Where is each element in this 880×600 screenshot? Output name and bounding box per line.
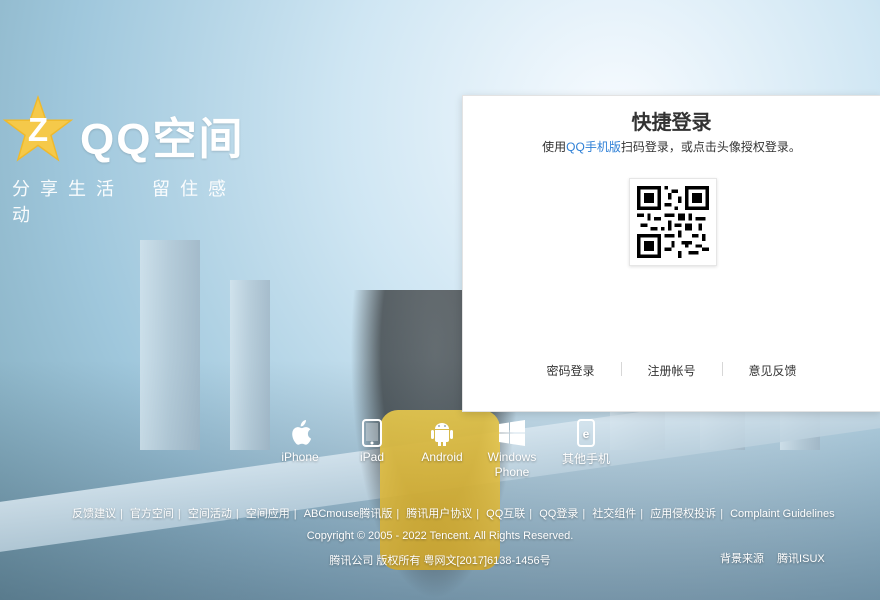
qzone-logo: Z QQ空间 分享生活 留住感动 — [0, 95, 255, 225]
separator: | — [640, 508, 644, 520]
footer-link[interactable]: 空间应用 — [246, 508, 290, 520]
separator: | — [476, 508, 480, 520]
separator: | — [720, 508, 724, 520]
logo-text: QQ空间 — [80, 115, 245, 164]
separator: | — [396, 508, 400, 520]
star-logo-icon: Z — [2, 95, 74, 162]
separator: | — [582, 508, 586, 520]
platform-downloads: iPhone iPad Android Windows Phone e 其他手机 — [270, 418, 630, 488]
qq-mobile-link[interactable]: QQ手机版 — [566, 140, 621, 154]
footer-link[interactable]: Complaint Guidelines — [730, 508, 835, 520]
copyright: Copyright © 2005 - 2022 Tencent. All Rig… — [306, 530, 574, 542]
footer-link[interactable]: 官方空间 — [130, 508, 174, 520]
platform-iphone[interactable]: iPhone — [270, 418, 330, 464]
separator: | — [120, 508, 123, 520]
apple-icon — [270, 418, 330, 448]
background-source-link[interactable]: 背景来源 — [720, 553, 764, 565]
footer-link[interactable]: 空间活动 — [188, 508, 232, 520]
footer-link[interactable]: 腾讯用户协议 — [406, 508, 472, 520]
footer-link[interactable]: 应用侵权投诉 — [650, 508, 716, 520]
footer-link[interactable]: 反馈建议 — [72, 508, 116, 520]
ipad-icon — [342, 418, 402, 448]
separator: | — [177, 508, 181, 520]
platform-android[interactable]: Android — [412, 418, 472, 464]
platform-label: 其他手机 — [561, 452, 610, 466]
logo-slogan: 分享生活 留住感动 — [12, 179, 236, 225]
platform-label: Windows Phone — [487, 450, 537, 479]
windows-icon — [482, 418, 542, 448]
login-description: 使用QQ手机版扫码登录，或点击头像授权登录。 — [463, 138, 880, 155]
bridge-pillar — [140, 240, 200, 450]
separator: | — [293, 508, 297, 520]
platform-label: Android — [421, 450, 463, 464]
svg-text:Z: Z — [28, 112, 48, 149]
footer-link[interactable]: QQ互联 — [486, 508, 525, 520]
desc-prefix: 使用 — [542, 140, 567, 154]
android-icon — [412, 418, 472, 448]
qr-code-icon — [637, 186, 709, 258]
footer-link[interactable]: 社交组件 — [592, 508, 636, 520]
desc-suffix: 扫码登录，或点击头像授权登录。 — [620, 140, 801, 154]
background-credits: 背景来源 腾讯ISUX — [720, 550, 835, 566]
bridge-pillar — [230, 280, 270, 450]
platform-label: iPhone — [281, 450, 319, 464]
feedback-link[interactable]: 意见反馈 — [723, 362, 823, 379]
separator: | — [529, 508, 533, 520]
register-account-link[interactable]: 注册帐号 — [622, 362, 722, 379]
platform-ipad[interactable]: iPad — [342, 418, 402, 464]
phone-icon: e — [556, 418, 616, 448]
quick-login-panel: 快捷登录 使用QQ手机版扫码登录，或点击头像授权登录。 密码登录 注册帐号 意见… — [462, 95, 880, 412]
footer-links: 反馈建议 | 官方空间 | 空间活动 | 空间应用 | ABCmouse腾讯版 | 腾讯用… — [72, 505, 835, 521]
platform-windows-phone[interactable]: Windows Phone — [482, 418, 542, 480]
login-options: 密码登录 注册帐号 意见反馈 — [463, 362, 880, 379]
svg-text:e: e — [583, 427, 590, 441]
footer-link[interactable]: QQ登录 — [539, 508, 578, 520]
login-title: 快捷登录 — [631, 112, 712, 134]
platform-label: iPad — [359, 450, 385, 464]
footer-link[interactable]: ABCmouse腾讯版 — [304, 508, 393, 520]
tencent-isux-link[interactable]: 腾讯ISUX — [777, 553, 825, 565]
platform-other-phones[interactable]: e 其他手机 — [556, 418, 616, 467]
password-login-link[interactable]: 密码登录 — [521, 362, 621, 379]
qr-code-box[interactable] — [629, 178, 717, 266]
separator: | — [235, 508, 239, 520]
